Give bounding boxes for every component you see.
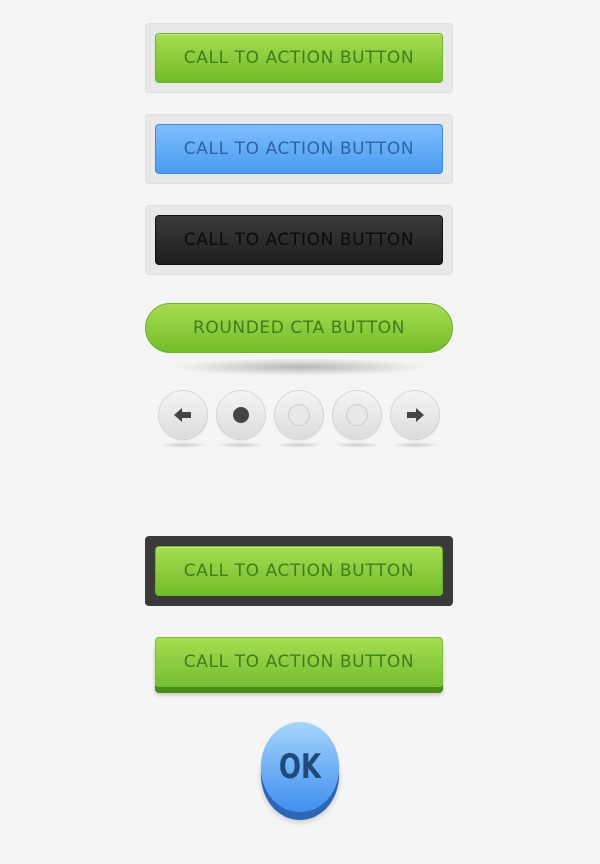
shadow: [159, 442, 207, 448]
dot-active-icon: [233, 407, 249, 423]
shadow: [391, 442, 439, 448]
dot-inactive-icon: [289, 405, 309, 425]
shadow: [217, 442, 265, 448]
next-button[interactable]: [391, 391, 439, 439]
blue-cta-button[interactable]: CALL TO ACTION BUTTON: [155, 124, 443, 174]
pager-dot-3[interactable]: [333, 391, 381, 439]
black-button-frame: CALL TO ACTION BUTTON: [145, 205, 453, 275]
green-cta-button-dark-frame[interactable]: CALL TO ACTION BUTTON: [155, 546, 443, 596]
dot-inactive-icon: [347, 405, 367, 425]
dark-button-frame: CALL TO ACTION BUTTON: [145, 536, 453, 606]
rounded-button-shadow: [170, 358, 430, 376]
black-cta-button[interactable]: CALL TO ACTION BUTTON: [155, 215, 443, 265]
shadow: [333, 442, 381, 448]
arrow-right-icon: [407, 408, 424, 422]
ok-button[interactable]: OK: [260, 722, 340, 812]
green-cta-button[interactable]: CALL TO ACTION BUTTON: [155, 33, 443, 83]
green-button-frame: CALL TO ACTION BUTTON: [145, 23, 453, 93]
shadow: [275, 442, 323, 448]
arrow-left-icon: [174, 408, 191, 422]
prev-button[interactable]: [159, 391, 207, 439]
rounded-cta-button[interactable]: ROUNDED CTA BUTTON: [145, 303, 453, 353]
pager-dot-2[interactable]: [275, 391, 323, 439]
blue-button-frame: CALL TO ACTION BUTTON: [145, 114, 453, 184]
raised-cta-button[interactable]: CALL TO ACTION BUTTON: [155, 637, 443, 687]
pager-dot-1[interactable]: [217, 391, 265, 439]
